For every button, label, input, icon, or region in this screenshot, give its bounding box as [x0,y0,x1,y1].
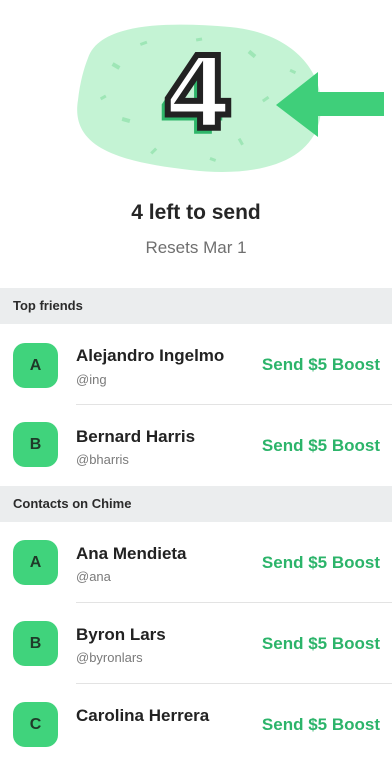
contact-handle: @byronlars [76,650,143,665]
avatar: B [13,422,58,467]
list-item: B Byron Lars @byronlars Send $5 Boost [0,603,392,684]
send-boost-button[interactable]: Send $5 Boost [262,715,380,735]
avatar: B [13,621,58,666]
list-item: B Bernard Harris @bharris Send $5 Boost [0,405,392,485]
contact-handle: @ana [76,569,111,584]
contact-name: Alejandro Ingelmo [76,346,225,365]
contact-name: Carolina Herrera [76,706,210,725]
avatar: A [13,343,58,388]
list-item: A Alejandro Ingelmo @ing Send $5 Boost [0,324,392,405]
send-boost-button[interactable]: Send $5 Boost [262,553,380,573]
section-header-top-friends: Top friends [0,288,392,324]
contact-name: Ana Mendieta [76,544,187,563]
send-boost-button[interactable]: Send $5 Boost [262,355,380,375]
list-item: A Ana Mendieta @ana Send $5 Boost [0,522,392,603]
send-boost-button[interactable]: Send $5 Boost [262,634,380,654]
send-boost-button[interactable]: Send $5 Boost [262,436,380,456]
boosts-left-label: 4 left to send [131,201,261,224]
boosts-remaining-number: 4 [160,35,236,152]
reset-date-label: Resets Mar 1 [145,238,247,257]
avatar: A [13,540,58,585]
contact-name: Bernard Harris [76,427,196,446]
avatar: C [13,702,58,747]
contact-name: Byron Lars [76,625,166,644]
section-header-contacts: Contacts on Chime [0,486,392,522]
list-item: C Carolina Herrera Send $5 Boost [0,684,392,764]
boost-hero: 4 [0,0,392,200]
contact-handle: @ing [76,372,107,387]
contact-handle: @bharris [76,452,129,467]
